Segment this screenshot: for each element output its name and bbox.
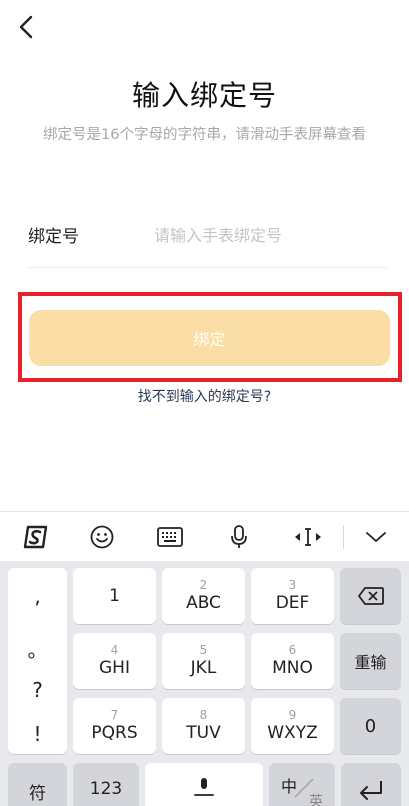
page-subtitle: 绑定号是16个字母的字符串，请滑动手表屏幕查看 — [43, 127, 366, 143]
symbol-key-period[interactable]: 。 — [8, 634, 67, 663]
symbol-key-question[interactable]: ? — [8, 678, 67, 702]
backspace-icon — [357, 587, 384, 605]
lang-en-label: 英 — [309, 794, 323, 806]
symbol-column[interactable]: , 。 ? ! — [8, 568, 67, 754]
bind-button[interactable]: 绑定 — [29, 310, 390, 366]
symbols-key[interactable]: 符 — [8, 763, 67, 806]
space-mic-icon — [194, 778, 214, 796]
key-3[interactable]: 3 DEF — [251, 568, 334, 624]
bind-number-input[interactable] — [154, 218, 374, 252]
bind-number-row: 绑定号 — [28, 212, 387, 268]
enter-icon — [360, 781, 382, 800]
enter-key[interactable] — [341, 763, 401, 806]
language-switch-group: 中 英 — [273, 767, 331, 806]
cannot-find-bind-number-link[interactable]: 找不到输入的绑定号? — [0, 386, 409, 406]
collapse-chevron-icon[interactable] — [356, 521, 396, 553]
bind-number-label: 绑定号 — [28, 227, 79, 247]
key-1[interactable]: 1 — [73, 568, 156, 624]
chevron-left-icon — [19, 15, 33, 39]
key-5[interactable]: 5 JKL — [162, 633, 245, 689]
key-2[interactable]: 2 ABC — [162, 568, 245, 624]
keyboard-icon[interactable] — [150, 521, 190, 553]
key-7[interactable]: 7 PQRS — [73, 698, 156, 754]
reenter-key[interactable]: 重输 — [340, 633, 401, 689]
key-4[interactable]: 4 GHI — [73, 633, 156, 689]
symbol-key-exclaim[interactable]: ! — [8, 722, 67, 746]
toolbar-divider — [343, 525, 344, 549]
keyboard: , 。 ? ! 1 2 ABC 3 DEF 4 GHI 5 JKL 6 MNO … — [0, 561, 409, 806]
back-button[interactable] — [12, 10, 40, 44]
delete-key[interactable] — [340, 568, 401, 624]
cursor-move-icon[interactable] — [288, 521, 328, 553]
space-key[interactable] — [145, 763, 263, 806]
language-switch-key[interactable]: 中 英 — [269, 763, 335, 806]
key-9[interactable]: 9 WXYZ — [251, 698, 334, 754]
zero-key[interactable]: 0 — [340, 698, 401, 754]
key-8[interactable]: 8 TUV — [162, 698, 245, 754]
microphone-icon[interactable] — [219, 521, 259, 553]
page-title: 输入绑定号 — [131, 79, 277, 112]
emoji-icon[interactable] — [82, 521, 122, 553]
key-6[interactable]: 6 MNO — [251, 633, 334, 689]
symbol-key-comma[interactable]: , — [8, 584, 67, 608]
numbers-key[interactable]: 123 — [73, 763, 139, 806]
sogou-logo-icon[interactable] — [16, 521, 56, 553]
keyboard-toolbar — [0, 511, 409, 561]
